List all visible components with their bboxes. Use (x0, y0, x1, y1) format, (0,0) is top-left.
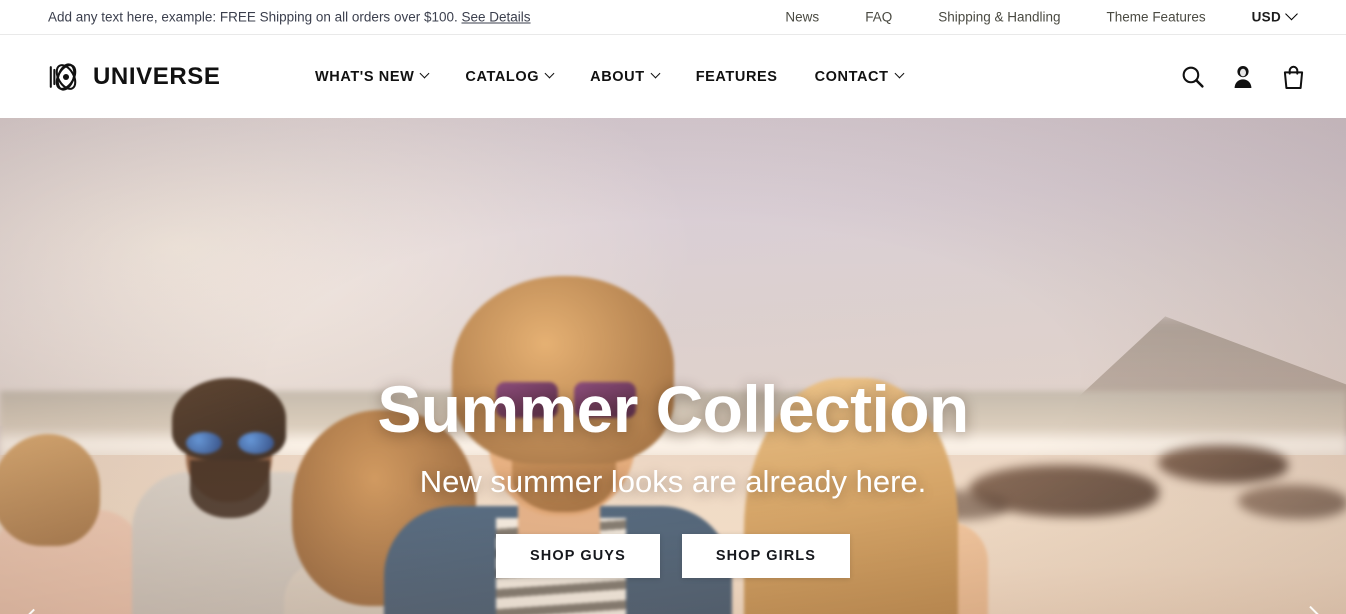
nav-label-features: FEATURES (695, 68, 778, 85)
header-icon-group (1180, 64, 1306, 90)
topbar-link-shipping-handling[interactable]: Shipping & Handling (915, 10, 1083, 25)
currency-label: USD (1251, 9, 1281, 25)
main-navigation: WHAT'S NEW CATALOG ABOUT FEATURES CONTAC… (315, 69, 940, 85)
logo-text: UNIVERSE (93, 62, 221, 90)
chevron-down-icon (544, 68, 555, 79)
hero-content: Summer Collection New summer looks are a… (0, 118, 1346, 614)
atom-icon (49, 62, 77, 91)
topbar-link-news[interactable]: News (762, 10, 842, 25)
see-details-link[interactable]: See Details (462, 10, 531, 25)
chevron-down-icon (419, 68, 430, 79)
chevron-right-icon (1299, 605, 1321, 614)
nav-item-catalog[interactable]: CATALOG (465, 69, 579, 85)
shopping-bag-icon[interactable] (1281, 64, 1306, 90)
hero-title: Summer Collection (377, 372, 969, 446)
carousel-next-button[interactable] (1296, 599, 1330, 614)
topbar-link-theme-features[interactable]: Theme Features (1084, 10, 1229, 25)
nav-item-whats-new[interactable]: WHAT'S NEW (315, 69, 454, 85)
hero-subtitle: New summer looks are already here. (419, 464, 927, 499)
hero-carousel: Summer Collection New summer looks are a… (0, 118, 1346, 614)
account-icon[interactable] (1231, 64, 1255, 89)
site-logo[interactable]: UNIVERSE (48, 60, 221, 94)
currency-selector[interactable]: USD (1229, 7, 1306, 25)
hero-cta-group: SHOP GUYS SHOP GIRLS (495, 534, 851, 578)
carousel-prev-button[interactable] (16, 599, 50, 614)
topbar-links: News FAQ Shipping & Handling Theme Featu… (762, 7, 1306, 25)
nav-label-about: ABOUT (590, 68, 645, 85)
chevron-down-icon (1285, 7, 1298, 21)
shop-girls-button[interactable]: SHOP GIRLS (681, 534, 851, 578)
announcement-text: Add any text here, example: FREE Shippin… (48, 10, 531, 25)
site-header: UNIVERSE WHAT'S NEW CATALOG ABOUT FEATUR… (0, 35, 1346, 118)
chevron-down-icon (650, 68, 661, 79)
nav-item-contact[interactable]: CONTACT (815, 69, 929, 85)
nav-item-features[interactable]: FEATURES (696, 69, 804, 85)
nav-label-whats-new: WHAT'S NEW (315, 68, 415, 85)
nav-label-contact: CONTACT (814, 68, 889, 85)
shop-guys-button[interactable]: SHOP GUYS (495, 534, 660, 578)
nav-label-catalog: CATALOG (465, 68, 540, 85)
announcement-message: Add any text here, example: FREE Shippin… (48, 9, 458, 25)
atom-nucleus (62, 73, 70, 80)
announcement-bar: Add any text here, example: FREE Shippin… (0, 0, 1346, 35)
topbar-link-faq[interactable]: FAQ (842, 10, 915, 25)
search-icon[interactable] (1180, 64, 1205, 89)
nav-item-about[interactable]: ABOUT (590, 69, 685, 85)
chevron-left-icon (22, 608, 44, 614)
chevron-down-icon (894, 68, 905, 79)
